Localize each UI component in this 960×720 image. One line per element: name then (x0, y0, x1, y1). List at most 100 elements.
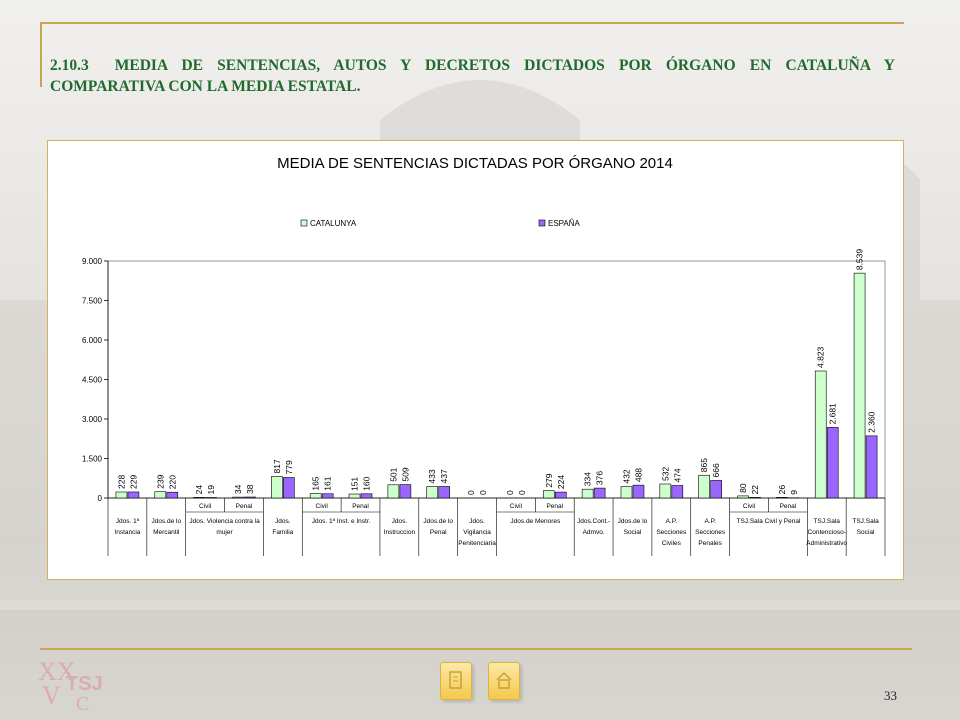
y-tick-label: 7.500 (82, 297, 103, 306)
legend-label-espana: ESPAÑA (548, 219, 581, 228)
category-label: Contencioso- (808, 529, 846, 536)
bar-catalunya (620, 486, 633, 499)
svg-text:V: V (42, 681, 61, 710)
data-label-espana: 160 (362, 476, 372, 490)
data-label-espana: 22 (750, 485, 760, 495)
chart-container: MEDIA DE SENTENCIAS DICTADAS POR ÓRGANO … (47, 140, 904, 580)
bar-espana (438, 486, 451, 499)
document-icon (449, 671, 462, 689)
bar-catalunya (154, 491, 167, 499)
data-label-catalunya: 532 (660, 467, 670, 481)
data-label-catalunya: 151 (350, 477, 360, 491)
bar-espana (671, 485, 684, 499)
category-label: Civiles (662, 540, 682, 547)
page-number: 33 (884, 688, 897, 703)
data-label-catalunya: 24 (194, 485, 204, 495)
bar-espana (283, 477, 295, 499)
data-label-espana: 474 (672, 468, 682, 482)
bar-espana (360, 493, 373, 499)
category-sublabel: Penal (780, 503, 797, 510)
data-label-catalunya: 26 (777, 485, 787, 495)
y-tick-label: 0 (98, 494, 103, 503)
data-label-espana: 779 (284, 460, 294, 474)
data-label-catalunya: 228 (116, 475, 126, 489)
bar-espana (710, 480, 722, 499)
bar-catalunya (581, 488, 594, 499)
category-sublabel: Civil (199, 503, 212, 510)
tsjc-logo-mark: XX V TSJ C (38, 657, 103, 715)
bar-espana (127, 491, 140, 499)
svg-text:TSJ: TSJ (66, 673, 103, 695)
y-tick-label: 4.500 (82, 376, 103, 385)
data-label-catalunya: 80 (738, 483, 748, 493)
category-label: Jdos. (469, 518, 485, 525)
data-label-espana: 38 (245, 484, 255, 494)
category-label: Admvo. (583, 529, 605, 536)
home-button[interactable] (488, 662, 520, 700)
data-label-espana: 437 (439, 469, 449, 483)
bar-catalunya (814, 370, 827, 499)
data-label-catalunya: 0 (505, 490, 515, 495)
data-label-catalunya: 279 (544, 473, 554, 487)
category-label: Jdos. (275, 518, 291, 525)
category-sublabel: Civil (316, 503, 329, 510)
data-label-catalunya: 8.539 (855, 249, 865, 271)
bar-catalunya (776, 497, 788, 499)
category-label: Penal (430, 529, 447, 536)
category-label: Jdos.de lo (423, 518, 453, 525)
bar-espana (554, 491, 567, 499)
data-label-catalunya: 4.823 (816, 346, 826, 368)
data-label-catalunya: 239 (155, 474, 165, 488)
bar-espana (205, 497, 217, 499)
tsjc-logo: XX V TSJ C (36, 650, 106, 715)
plot-area (107, 260, 886, 499)
bar-catalunya (737, 495, 749, 499)
category-label: Penales (698, 540, 722, 547)
data-label-catalunya: 334 (583, 472, 593, 486)
bar-catalunya (309, 493, 322, 499)
category-sublabel: Civil (743, 503, 756, 510)
legend-swatch-espana (538, 219, 546, 227)
data-label-espana: 19 (206, 485, 216, 495)
category-sublabel: Civil (510, 503, 523, 510)
prev-page-button[interactable] (440, 662, 472, 700)
y-tick-label: 3.000 (82, 415, 103, 424)
bar-catalunya (542, 490, 555, 499)
category-label: Jdos.de Menores (510, 518, 561, 525)
category-label: TSJ.Sala (814, 518, 841, 525)
chart-title: MEDIA DE SENTENCIAS DICTADAS POR ÓRGANO … (277, 155, 673, 172)
category-sublabel: Penal (352, 503, 369, 510)
data-label-espana: 509 (400, 467, 410, 481)
bar-espana (826, 427, 839, 499)
bar-espana (166, 491, 179, 499)
footer-line (40, 648, 912, 650)
bar-espana (244, 496, 256, 499)
category-label: Secciones (656, 529, 687, 536)
data-label-catalunya: 865 (699, 458, 709, 472)
category-label: Vigilancia (463, 529, 491, 536)
y-tick-label: 6.000 (82, 336, 103, 345)
bar-espana (865, 435, 878, 499)
category-label: Jdos. Violencia contra la (189, 518, 260, 525)
category-label: mujer (216, 529, 233, 536)
category-label: Jdos. 1ª Inst. e Instr. (312, 518, 371, 525)
category-label: Social (624, 529, 642, 536)
category-label: Instancia (114, 529, 140, 536)
data-label-espana: 161 (323, 476, 333, 490)
bar-catalunya (659, 483, 672, 499)
bar-espana (399, 484, 412, 499)
bar-catalunya (853, 272, 866, 499)
category-label: Secciones (695, 529, 726, 536)
data-label-catalunya: 432 (621, 469, 631, 483)
bar-espana (749, 497, 761, 499)
home-icon (496, 671, 512, 689)
bar-catalunya (387, 484, 400, 499)
bar-espana (593, 487, 606, 499)
section-number: 2.10.3 (50, 57, 89, 74)
category-label: TSJ.Sala Civil y Penal (736, 518, 800, 525)
data-label-espana: 2.681 (828, 403, 838, 425)
legend-label-catalunya: CATALUNYA (310, 219, 357, 228)
bar-catalunya (426, 486, 439, 499)
category-label: Jdos.de lo (618, 518, 648, 525)
category-label: Mercantil (153, 529, 180, 536)
